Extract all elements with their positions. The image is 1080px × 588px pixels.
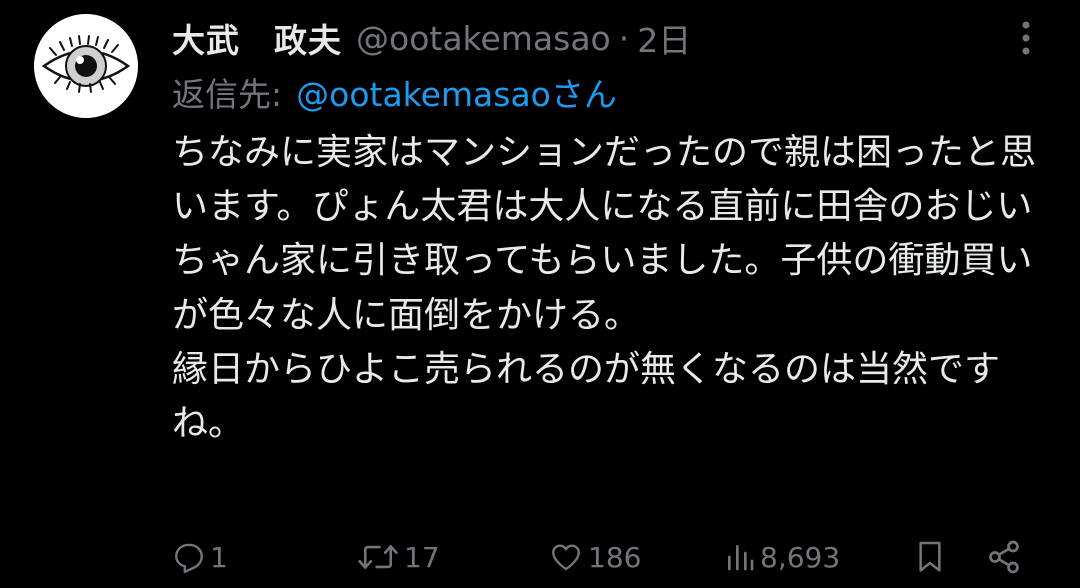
- tweet-header: 大武 政夫 @ootakemasao · 2日: [172, 12, 691, 64]
- more-vertical-icon: [1022, 21, 1030, 55]
- reply-target-link[interactable]: @ootakemasaoさん: [296, 68, 617, 116]
- timestamp[interactable]: 2日: [637, 14, 691, 62]
- repost-button[interactable]: 17: [356, 534, 440, 580]
- eye-icon: [34, 14, 138, 118]
- user-handle[interactable]: @ootakemasao: [356, 19, 611, 58]
- display-name[interactable]: 大武 政夫: [172, 14, 342, 62]
- bookmark-icon: [919, 541, 941, 572]
- reply-button[interactable]: 1: [172, 534, 228, 580]
- share-icon: [989, 540, 1019, 574]
- reply-icon: [175, 543, 203, 574]
- repost-count: 17: [404, 540, 440, 574]
- reply-context: 返信先: @ootakemasaoさん: [172, 66, 617, 118]
- like-button[interactable]: 186: [548, 534, 641, 580]
- avatar[interactable]: [34, 14, 138, 118]
- separator-dot: ·: [618, 18, 630, 58]
- tweet-text: ちなみに実家はマンションだったので親は困ったと思います。ぴょん太君は大人になる直…: [172, 132, 1037, 445]
- heart-icon: [552, 544, 580, 571]
- views-button[interactable]: 8,693: [724, 534, 840, 580]
- reply-count: 1: [210, 540, 228, 574]
- like-count: 186: [588, 540, 642, 574]
- views-icon: [728, 545, 754, 571]
- reply-prefix: 返信先:: [172, 75, 283, 114]
- more-options-button[interactable]: [1014, 18, 1038, 58]
- views-count: 8,693: [760, 540, 841, 574]
- share-button[interactable]: [986, 534, 1022, 580]
- bookmark-button[interactable]: [914, 534, 946, 580]
- repost-icon: [358, 545, 398, 569]
